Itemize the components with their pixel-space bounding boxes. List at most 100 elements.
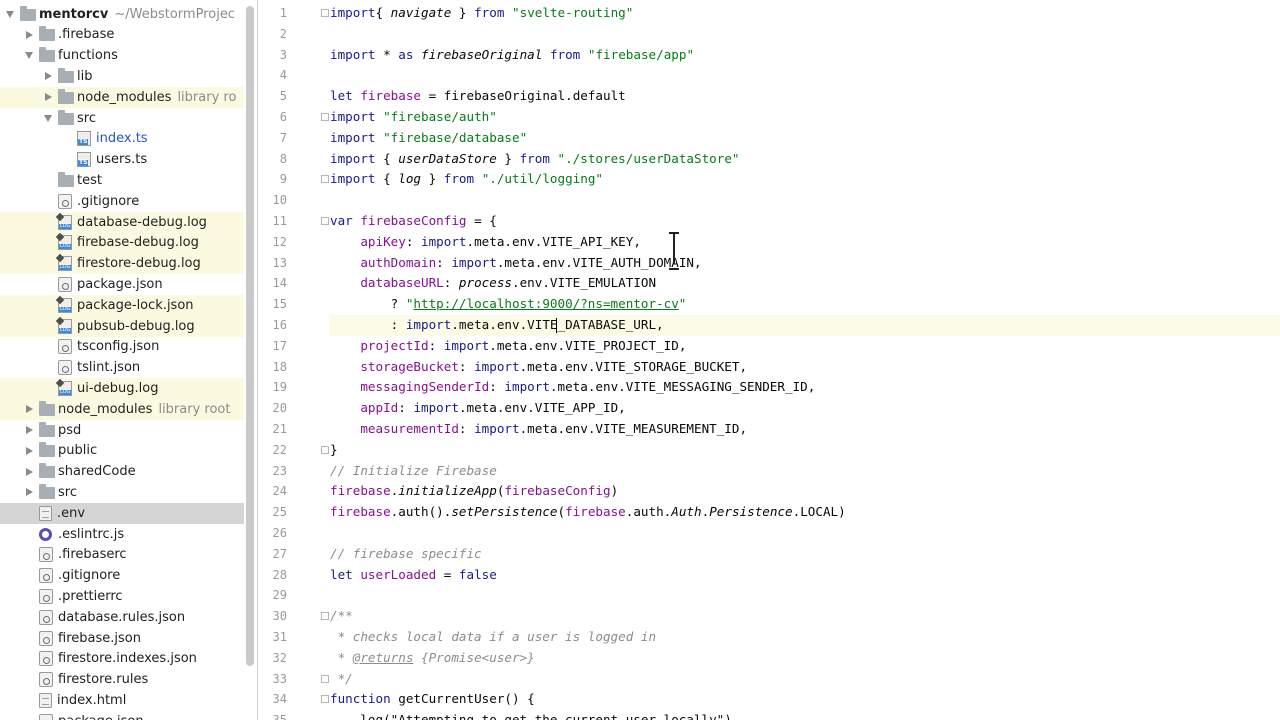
- tree-file[interactable]: .eslintrc.js: [0, 524, 244, 545]
- tree-file[interactable]: ui-debug.log: [0, 377, 244, 399]
- tree-folder[interactable]: lib: [0, 66, 244, 87]
- code-token: .auth.: [625, 504, 672, 520]
- chevron-right-icon[interactable]: [23, 29, 35, 41]
- code-line[interactable]: projectId: import.meta.env.VITE_PROJECT_…: [330, 336, 1280, 357]
- fold-marker-icon[interactable]: [321, 175, 329, 184]
- code-line[interactable]: authDomain: import.meta.env.VITE_AUTH_DO…: [330, 253, 1280, 274]
- code-line[interactable]: // firebase specific: [330, 544, 1280, 565]
- tree-file[interactable]: package.json: [0, 274, 244, 295]
- tree-file[interactable]: .firebaserc: [0, 544, 244, 565]
- tree-item-label: firebase-debug.log: [77, 235, 199, 251]
- folder-icon: [20, 5, 36, 21]
- code-line[interactable]: storageBucket: import.meta.env.VITE_STOR…: [330, 357, 1280, 378]
- fold-marker-icon[interactable]: [321, 9, 329, 17]
- tree-file[interactable]: package-lock.json: [0, 294, 244, 316]
- code-line[interactable]: let firebase = firebaseOriginal.default: [330, 86, 1280, 107]
- tree-folder[interactable]: public: [0, 440, 244, 461]
- code-line[interactable]: appId: import.meta.env.VITE_APP_ID,: [330, 398, 1280, 419]
- chevron-down-icon[interactable]: [23, 50, 35, 62]
- fold-marker-icon[interactable]: [321, 217, 329, 225]
- code-line[interactable]: [330, 65, 1280, 86]
- tree-folder[interactable]: src: [0, 482, 244, 503]
- fold-marker-icon[interactable]: [321, 612, 329, 621]
- code-line[interactable]: apiKey: import.meta.env.VITE_API_KEY,: [330, 232, 1280, 253]
- chevron-down-icon[interactable]: [4, 8, 16, 20]
- code-line[interactable]: /**: [330, 606, 1280, 627]
- code-line[interactable]: import{ navigate } from "svelte-routing": [330, 3, 1280, 24]
- tree-folder[interactable]: sharedCode: [0, 461, 244, 482]
- code-line[interactable]: [330, 190, 1280, 211]
- code-line[interactable]: }: [330, 440, 1280, 461]
- code-line[interactable]: // Initialize Firebase: [330, 461, 1280, 482]
- tree-file[interactable]: firebase-debug.log: [0, 232, 244, 254]
- fold-marker-icon[interactable]: [321, 445, 329, 454]
- chevron-right-icon[interactable]: [23, 424, 35, 436]
- chevron-right-icon[interactable]: [23, 445, 35, 457]
- fold-marker-icon[interactable]: [321, 695, 329, 704]
- code-line[interactable]: let userLoaded = false: [330, 565, 1280, 586]
- chevron-down-icon[interactable]: [42, 112, 54, 124]
- tree-folder[interactable]: mentorcv ~/WebstormProjec: [0, 4, 244, 25]
- code-line[interactable]: import { log } from "./util/logging": [330, 169, 1280, 190]
- tree-folder[interactable]: src: [0, 108, 244, 129]
- tree-folder[interactable]: node_modules library ro: [0, 86, 244, 108]
- tree-item-label: pubsub-debug.log: [77, 318, 195, 334]
- code-line[interactable]: * checks local data if a user is logged …: [330, 627, 1280, 648]
- tree-file[interactable]: .env: [0, 502, 244, 524]
- tree-folder[interactable]: psd: [0, 420, 244, 441]
- code-line[interactable]: [330, 523, 1280, 544]
- line-number: 5: [279, 89, 287, 104]
- tree-file[interactable]: index.ts: [0, 128, 244, 149]
- tree-file[interactable]: .gitignore: [0, 565, 244, 586]
- code-token: import: [504, 379, 550, 395]
- config-file-icon: [39, 651, 53, 667]
- code-editor[interactable]: 1 2 3 4 5 6 7 8 9 10 11 12 13 14 15 16 17 18 19 20 21 22 23 24 2…: [259, 0, 1280, 720]
- tree-folder[interactable]: node_modules library root: [0, 398, 244, 420]
- tree-file[interactable]: index.html: [0, 690, 244, 711]
- code-line[interactable]: : import.meta.env.VITE_DATABASE_URL,: [330, 315, 1280, 336]
- code-line[interactable]: import "firebase/auth": [330, 107, 1280, 128]
- code-line[interactable]: */: [330, 669, 1280, 690]
- tree-file[interactable]: pubsub-debug.log: [0, 315, 244, 337]
- tree-item-label: ui-debug.log: [77, 380, 159, 396]
- chevron-right-icon[interactable]: [23, 486, 35, 498]
- tree-file[interactable]: .prettierrc: [0, 586, 244, 607]
- tree-file[interactable]: firestore.rules: [0, 669, 244, 690]
- code-line[interactable]: [330, 585, 1280, 606]
- tree-file[interactable]: firestore-debug.log: [0, 253, 244, 275]
- code-line[interactable]: measurementId: import.meta.env.VITE_MEAS…: [330, 419, 1280, 440]
- code-line[interactable]: * @returns {Promise<user>}: [330, 648, 1280, 669]
- tree-file[interactable]: tslint.json: [0, 357, 244, 378]
- code-line[interactable]: databaseURL: process.env.VITE_EMULATION: [330, 273, 1280, 294]
- code-line[interactable]: [330, 24, 1280, 45]
- folder-icon: [58, 67, 74, 83]
- code-line[interactable]: function getCurrentUser() {: [330, 689, 1280, 710]
- tree-folder[interactable]: functions: [0, 45, 244, 66]
- chevron-right-icon[interactable]: [23, 403, 35, 415]
- code-line[interactable]: ? "http://localhost:9000/?ns=mentor-cv": [330, 294, 1280, 315]
- fold-marker-icon[interactable]: [321, 674, 329, 683]
- tree-file[interactable]: package.json: [0, 711, 244, 720]
- tree-file[interactable]: users.ts: [0, 149, 244, 170]
- tree-file[interactable]: .gitignore: [0, 191, 244, 212]
- code-line[interactable]: messagingSenderId: import.meta.env.VITE_…: [330, 377, 1280, 398]
- tree-file[interactable]: database.rules.json: [0, 607, 244, 628]
- code-line[interactable]: log("Attempting to get the current user …: [330, 710, 1280, 720]
- tree-file[interactable]: firebase.json: [0, 628, 244, 649]
- tree-folder[interactable]: test: [0, 170, 244, 191]
- tree-folder[interactable]: .firebase: [0, 24, 244, 45]
- chevron-right-icon[interactable]: [23, 466, 35, 478]
- tree-file[interactable]: database-debug.log: [0, 211, 244, 233]
- code-line[interactable]: import * as firebaseOriginal from "fireb…: [330, 45, 1280, 66]
- fold-marker-icon[interactable]: [321, 113, 329, 121]
- code-line[interactable]: import "firebase/database": [330, 128, 1280, 149]
- code-line[interactable]: import { userDataStore } from "./stores/…: [330, 149, 1280, 170]
- chevron-right-icon[interactable]: [42, 70, 54, 82]
- code-line[interactable]: firebase.auth().setPersistence(firebase.…: [330, 502, 1280, 523]
- code-line[interactable]: firebase.initializeApp(firebaseConfig): [330, 481, 1280, 502]
- tree-file[interactable]: tsconfig.json: [0, 336, 244, 357]
- tree-file[interactable]: firestore.indexes.json: [0, 648, 244, 669]
- code-line[interactable]: var firebaseConfig = {: [330, 211, 1280, 232]
- chevron-right-icon[interactable]: [42, 91, 54, 103]
- project-tree-scrollbar[interactable]: [246, 6, 254, 666]
